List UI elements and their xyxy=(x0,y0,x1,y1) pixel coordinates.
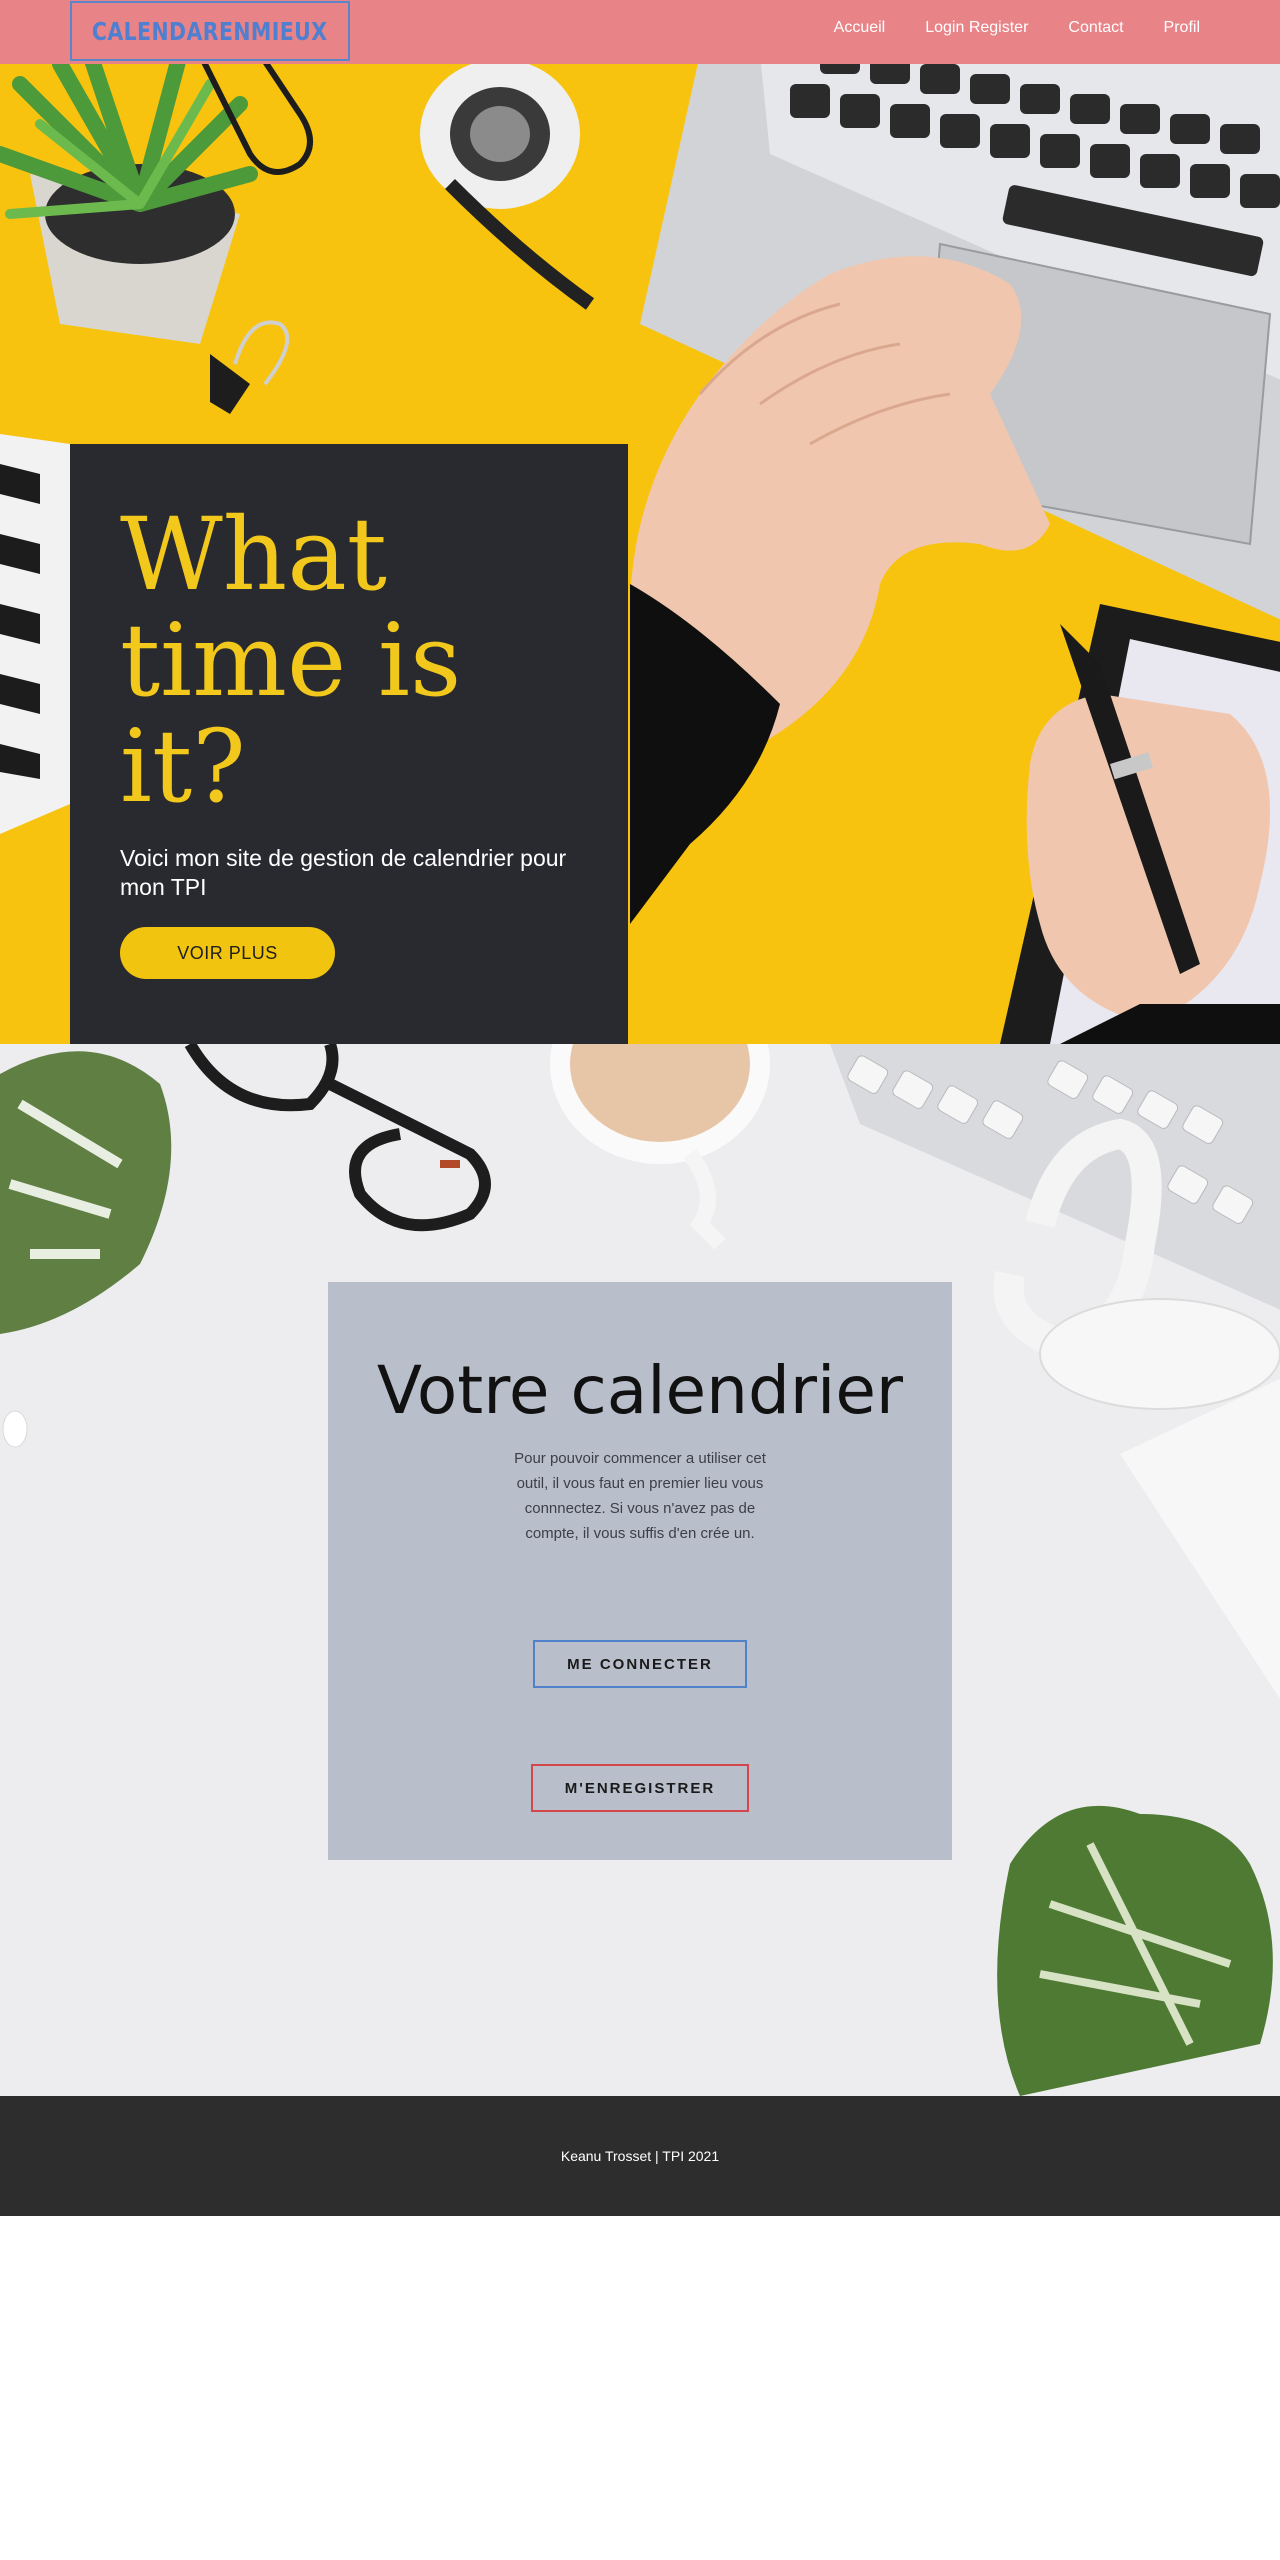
hero-section: What time is it? Voici mon site de gesti… xyxy=(0,64,1280,1044)
calendar-description: Pour pouvoir commencer a utiliser cet ou… xyxy=(514,1450,766,1542)
hero-title: What time is it? xyxy=(120,496,462,825)
nav-link-accueil[interactable]: Accueil xyxy=(834,19,886,37)
site-logo-text: CALENDARENMIEUX xyxy=(92,16,328,46)
calendar-title: Votre calendrier xyxy=(376,1352,904,1429)
hero-card: What time is it? Voici mon site de gesti… xyxy=(70,444,628,1044)
nav-link-profil[interactable]: Profil xyxy=(1164,19,1200,37)
calendar-card: Votre calendrier Pour pouvoir commencer … xyxy=(328,1282,952,1860)
me-connecter-button[interactable]: ME CONNECTER xyxy=(533,1640,747,1688)
site-logo[interactable]: CALENDARENMIEUX xyxy=(70,1,350,61)
calendar-section: Votre calendrier Pour pouvoir commencer … xyxy=(0,1044,1280,2096)
m-enregistrer-button[interactable]: M'ENREGISTRER xyxy=(531,1764,749,1812)
footer-text: Keanu Trosset | TPI 2021 xyxy=(560,2148,720,2164)
hero-subtitle: Voici mon site de gestion de calendrier … xyxy=(120,845,567,900)
nav-link-contact[interactable]: Contact xyxy=(1068,19,1123,37)
nav-link-login-register[interactable]: Login Register xyxy=(925,19,1028,37)
navbar: CALENDARENMIEUX Accueil Login Register C… xyxy=(0,0,1280,64)
nav-links: Accueil Login Register Contact Profil xyxy=(834,0,1200,56)
footer: Keanu Trosset | TPI 2021 xyxy=(0,2096,1280,2216)
voir-plus-button[interactable]: VOIR PLUS xyxy=(120,927,335,979)
